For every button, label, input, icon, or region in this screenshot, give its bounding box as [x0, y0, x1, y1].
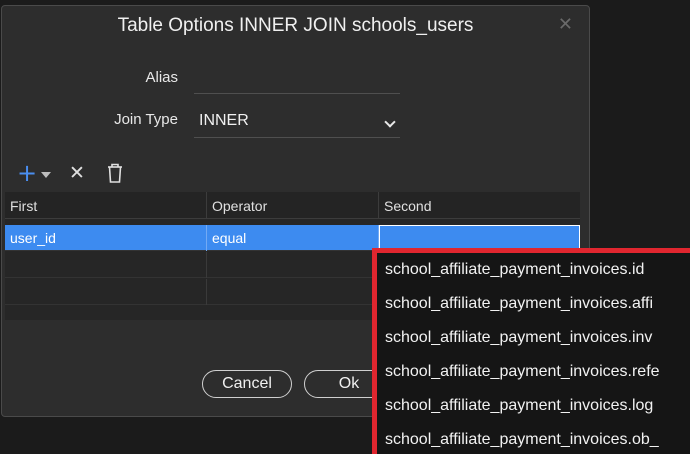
dialog-title: Table Options INNER JOIN schools_users	[117, 15, 474, 36]
join-type-select[interactable]: INNER	[194, 108, 400, 138]
close-icon[interactable]: ✕	[558, 15, 573, 35]
grid-toolbar: + ✕	[2, 156, 589, 192]
trash-icon[interactable]	[106, 162, 124, 184]
column-suggestion-dropdown: school_affiliate_payment_invoices.id sch…	[372, 248, 690, 454]
join-type-value: INNER	[199, 112, 249, 129]
empty-cell	[207, 252, 379, 278]
column-header-first[interactable]: First	[5, 192, 207, 219]
join-type-label: Join Type	[114, 111, 178, 128]
cell-first[interactable]: user_id	[5, 225, 207, 251]
empty-cell	[5, 279, 207, 305]
add-icon[interactable]: +	[17, 161, 37, 185]
empty-cell	[5, 252, 207, 278]
dropdown-option[interactable]: school_affiliate_payment_invoices.inv	[385, 329, 652, 363]
add-menu-caret-icon[interactable]	[41, 172, 51, 178]
alias-input[interactable]	[194, 66, 400, 94]
cancel-button[interactable]: Cancel	[202, 370, 292, 398]
column-header-second[interactable]: Second	[379, 192, 580, 219]
dropdown-option[interactable]: school_affiliate_payment_invoices.ob_	[385, 431, 659, 454]
column-header-operator[interactable]: Operator	[207, 192, 379, 219]
dropdown-option[interactable]: school_affiliate_payment_invoices.log	[385, 397, 653, 431]
dropdown-option[interactable]: school_affiliate_payment_invoices.id	[385, 261, 644, 295]
dropdown-option[interactable]: school_affiliate_payment_invoices.refe	[385, 363, 660, 397]
cell-operator[interactable]: equal	[207, 225, 379, 251]
chevron-down-icon	[384, 116, 396, 128]
remove-icon[interactable]: ✕	[69, 162, 85, 184]
grid-header: First Operator Second	[5, 192, 580, 219]
alias-label: Alias	[145, 69, 178, 86]
empty-cell	[207, 279, 379, 305]
dropdown-option[interactable]: school_affiliate_payment_invoices.affi	[385, 295, 653, 329]
title-bar: Table Options INNER JOIN schools_users ✕	[2, 6, 589, 46]
